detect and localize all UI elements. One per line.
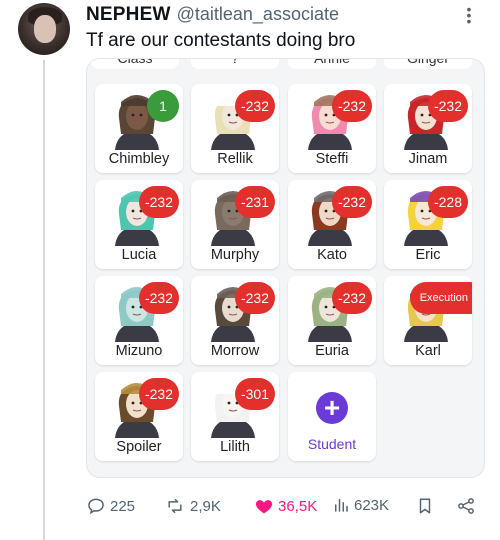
repost-count: 2,9K [190,497,221,515]
plus-icon: + [316,392,348,424]
score-badge: -228 [427,186,468,218]
like-count: 36,5K [278,497,318,515]
tweet-header: NEPHEW @taitlean_associate [86,4,339,26]
bookmark-button[interactable] [416,496,434,516]
views-button[interactable]: 623K [332,496,389,514]
score-badge: -232 [331,186,372,218]
student-name: Morrow [210,343,260,359]
score-badge: -232 [331,90,372,122]
tweet-text: Tf are our contestants doing bro [86,30,356,51]
student-card[interactable]: Execution Karl [384,276,472,365]
like-button[interactable]: 36,5K [254,496,317,516]
tweet: NEPHEW @taitlean_associate • • • Tf are ou… [0,0,500,540]
user-handle[interactable]: @taitlean_associate [177,4,339,25]
score-badge: -232 [427,90,468,122]
add-student-label: Student [307,436,357,452]
student-card[interactable]: -231 Murphy [191,180,279,269]
student-name: Karl [415,343,441,359]
avatar[interactable] [18,3,70,55]
reply-button[interactable]: 225 [86,496,135,516]
student-card[interactable]: -232 Euria [288,276,376,365]
student-card[interactable]: -232 Mizuno [95,276,183,365]
view-count: 623K [354,496,390,514]
display-name[interactable]: NEPHEW [86,4,171,26]
student-name: Steffi [315,151,349,167]
score-badge: -232 [138,378,179,410]
student-name: Lucia [121,247,157,263]
student-card[interactable]: 1 Chimbley [95,84,183,173]
student-name: Lilith [220,439,250,455]
views-icon [335,499,348,512]
student-name: Chimbley [108,151,170,167]
student-card[interactable]: -301 Lilith [191,372,279,461]
student-card[interactable]: -232 Rellik [191,84,279,173]
action-bar: 225 2,9K 36,5K 623K [86,496,486,520]
top-row-partial: Class ? Annie Ginger [87,59,484,71]
top-card-label: Annie [288,59,376,69]
reply-icon [88,498,104,515]
student-card[interactable]: -232 Steffi [288,84,376,173]
student-name: Spoiler [116,439,162,455]
score-badge: -301 [234,378,275,410]
student-card[interactable]: -232 Spoiler [95,372,183,461]
repost-icon [168,499,182,513]
student-card[interactable]: -232 Jinam [384,84,472,173]
student-card[interactable]: -232 Morrow [191,276,279,365]
media-image[interactable]: Class ? Annie Ginger 1 Chimbley -232 Rellik… [86,58,485,478]
top-card-label: ? [191,59,279,69]
student-name: Jinam [408,151,448,167]
score-badge: 1 [147,90,179,122]
score-badge: -231 [234,186,275,218]
student-card[interactable]: -232 Kato [288,180,376,269]
share-button[interactable] [456,496,476,516]
more-dots-icon[interactable]: • • • [466,2,472,28]
student-name: Rellik [217,151,253,167]
repost-button[interactable]: 2,9K [164,496,221,516]
reply-count: 225 [110,497,136,515]
student-name: Mizuno [115,343,163,359]
student-card[interactable]: -232 Lucia [95,180,183,269]
thread-line [43,60,45,540]
add-student-button[interactable]: + Student [288,372,376,461]
top-card-label: Ginger [384,59,472,69]
avatar-face [34,15,56,43]
score-badge: -232 [234,282,275,314]
student-name: Murphy [210,247,260,263]
share-icon [458,498,474,514]
heart-icon [255,500,273,514]
top-card-label: Class [91,59,179,69]
student-name: Eric [415,247,441,263]
score-badge: -232 [138,186,179,218]
score-badge: Execution [409,282,472,314]
student-card[interactable]: -228 Eric [384,180,472,269]
student-name: Euria [315,343,349,359]
score-badge: -232 [234,90,275,122]
score-badge: -232 [138,282,179,314]
score-badge: -232 [331,282,372,314]
student-name: Kato [317,247,347,263]
bookmark-icon [419,498,431,514]
